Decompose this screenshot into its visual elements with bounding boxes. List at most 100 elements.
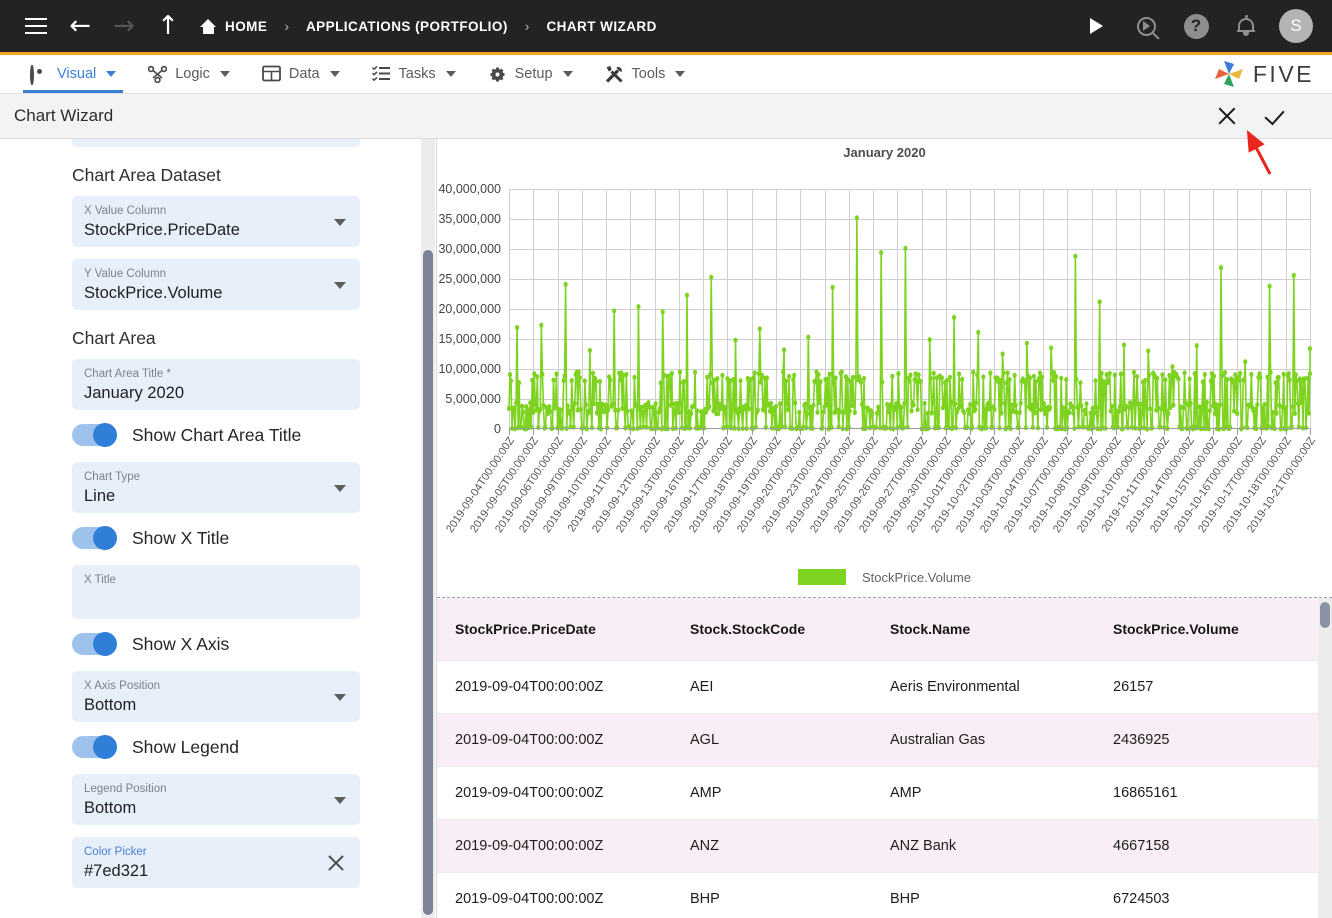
- back-button[interactable]: ←: [58, 4, 102, 48]
- table-icon: [262, 65, 281, 83]
- chart-type-select[interactable]: Chart Type Line: [72, 462, 360, 513]
- chevron-down-icon: [334, 219, 346, 226]
- checklist-icon: [371, 65, 391, 83]
- chart-container: January 2020 0 5,000,000 10,000,000 15,000,…: [437, 139, 1332, 598]
- chart-area-title-input[interactable]: Chart Area Title * January 2020: [72, 359, 360, 410]
- table-column-header[interactable]: StockPrice.Volume: [1095, 598, 1332, 661]
- table-cell: 16865161: [1095, 766, 1332, 820]
- menu-item-tools[interactable]: Tools: [589, 55, 702, 93]
- help-button[interactable]: ?: [1174, 4, 1218, 48]
- menu-button[interactable]: [14, 4, 58, 48]
- breadcrumb-item-chart-wizard[interactable]: CHART WIZARD: [546, 19, 656, 34]
- y-tick-label: 25,000,000: [438, 272, 501, 286]
- scrollbar-thumb[interactable]: [423, 250, 433, 915]
- wizard-header: Chart Wizard: [0, 94, 1332, 139]
- menu-item-data[interactable]: Data: [246, 55, 356, 93]
- forward-button[interactable]: →: [102, 4, 146, 48]
- legend-swatch: [797, 569, 846, 585]
- y-tick-label: 20,000,000: [438, 302, 501, 316]
- question-icon: ?: [1183, 13, 1209, 39]
- table-column-header[interactable]: StockPrice.PriceDate: [437, 598, 672, 661]
- toggle-switch[interactable]: [72, 423, 117, 447]
- color-picker-input[interactable]: Color Picker #7ed321: [72, 837, 360, 888]
- breadcrumb-item-applications[interactable]: APPLICATIONS (PORTFOLIO): [306, 19, 508, 34]
- color-picker-label: Color Picker: [84, 846, 147, 858]
- table-cell: 2436925: [1095, 713, 1332, 767]
- toggle-show-legend[interactable]: Show Legend: [72, 735, 416, 759]
- x-title-input[interactable]: X Title: [72, 565, 360, 619]
- x-axis-position-label: X Axis Position: [84, 680, 161, 692]
- wizard-actions: [1216, 105, 1318, 127]
- menu-item-label: Visual: [57, 66, 97, 82]
- menu-item-setup[interactable]: Setup: [472, 55, 589, 93]
- hamburger-icon: [25, 18, 47, 34]
- bell-icon: [1237, 14, 1255, 37]
- chevron-down-icon: [675, 71, 686, 77]
- top-navigation-bar: ← → ↑ HOME › APPLICATIONS (PORTFOLIO) › …: [0, 0, 1332, 52]
- menu-item-visual[interactable]: Visual: [14, 55, 132, 93]
- table-row[interactable]: 2019-09-04T00:00:00Z ANZ ANZ Bank 4667158: [437, 819, 1332, 873]
- table-scrollbar[interactable]: [1318, 598, 1332, 918]
- table-row[interactable]: 2019-09-04T00:00:00Z AMP AMP 16865161: [437, 766, 1332, 820]
- search-button[interactable]: [1124, 4, 1168, 48]
- data-table-container: StockPrice.PriceDate Stock.StockCode Stock…: [437, 598, 1332, 918]
- table-row[interactable]: 2019-09-04T00:00:00Z AGL Australian Gas 243…: [437, 713, 1332, 767]
- toggle-label: Show X Title: [132, 527, 230, 548]
- toggle-show-x-axis[interactable]: Show X Axis: [72, 632, 416, 656]
- table-cell: Australian Gas: [872, 713, 1095, 767]
- up-button[interactable]: ↑: [146, 4, 190, 48]
- menu-item-label: Logic: [175, 66, 210, 82]
- table-cell: 2019-09-04T00:00:00Z: [437, 872, 672, 918]
- toggle-show-x-title[interactable]: Show X Title: [72, 526, 416, 550]
- y-tick-label: 40,000,000: [438, 182, 501, 196]
- table-cell: 2019-09-04T00:00:00Z: [437, 713, 672, 767]
- run-button[interactable]: [1074, 4, 1118, 48]
- module-menu-bar: Visual Logic Data Tasks Setup Tools FIVE: [0, 55, 1332, 94]
- notifications-button[interactable]: [1224, 4, 1268, 48]
- table-row[interactable]: 2019-09-04T00:00:00Z BHP BHP 6724503: [437, 872, 1332, 918]
- breadcrumb-item-home[interactable]: HOME: [200, 18, 267, 34]
- y-value-column-select[interactable]: Y Value Column StockPrice.Volume: [72, 259, 360, 310]
- toggle-show-chart-area-title[interactable]: Show Chart Area Title: [72, 423, 416, 447]
- x-tick: [1310, 429, 1311, 435]
- scrollbar-thumb[interactable]: [1320, 602, 1330, 628]
- x-value-column-label: X Value Column: [84, 205, 167, 217]
- menu-item-logic[interactable]: Logic: [132, 55, 246, 93]
- table-cell: 6724503: [1095, 872, 1332, 918]
- confirm-check-icon[interactable]: [1266, 105, 1288, 127]
- breadcrumb-separator: ›: [284, 18, 289, 34]
- five-wordmark: FIVE: [1252, 60, 1314, 87]
- y-tick-label: 5,000,000: [445, 392, 501, 406]
- close-icon[interactable]: [1216, 105, 1238, 127]
- table-cell: AMP: [672, 766, 872, 820]
- x-axis-position-select[interactable]: X Axis Position Bottom: [72, 671, 360, 722]
- toggle-switch[interactable]: [72, 735, 117, 759]
- clear-color-icon[interactable]: [326, 853, 346, 873]
- table-column-header[interactable]: Stock.StockCode: [672, 598, 872, 661]
- user-avatar-button[interactable]: S: [1274, 4, 1318, 48]
- search-play-icon: [1136, 16, 1156, 36]
- toggle-label: Show X Axis: [132, 633, 230, 654]
- menu-item-label: Tasks: [398, 66, 436, 82]
- chevron-down-icon: [329, 71, 340, 77]
- toggle-switch[interactable]: [72, 526, 117, 550]
- table-cell: BHP: [672, 872, 872, 918]
- menu-item-tasks[interactable]: Tasks: [356, 55, 472, 93]
- query-field[interactable]: DailyVolumeQuery: [72, 139, 360, 147]
- x-value-column-select[interactable]: X Value Column StockPrice.PriceDate: [72, 196, 360, 247]
- arrow-right-icon: →: [113, 11, 135, 41]
- table-row[interactable]: 2019-09-04T00:00:00Z AEI Aeris Environment…: [437, 660, 1332, 714]
- chart-plot-area: [506, 189, 1313, 432]
- toggle-label: Show Legend: [132, 736, 240, 757]
- config-panel-scrollbar[interactable]: [421, 139, 435, 918]
- legend-position-select[interactable]: Legend Position Bottom: [72, 774, 360, 825]
- chevron-down-icon: [445, 71, 456, 77]
- toggle-switch[interactable]: [72, 632, 117, 656]
- chevron-down-icon: [106, 71, 117, 77]
- chevron-down-icon: [334, 797, 346, 804]
- gear-icon: [488, 65, 507, 83]
- table-column-header[interactable]: Stock.Name: [872, 598, 1095, 661]
- eye-icon: [30, 65, 49, 85]
- chart-config-panel: DailyVolumeQuery Chart Area Dataset X Va…: [0, 139, 437, 918]
- tools-icon: [605, 65, 624, 83]
